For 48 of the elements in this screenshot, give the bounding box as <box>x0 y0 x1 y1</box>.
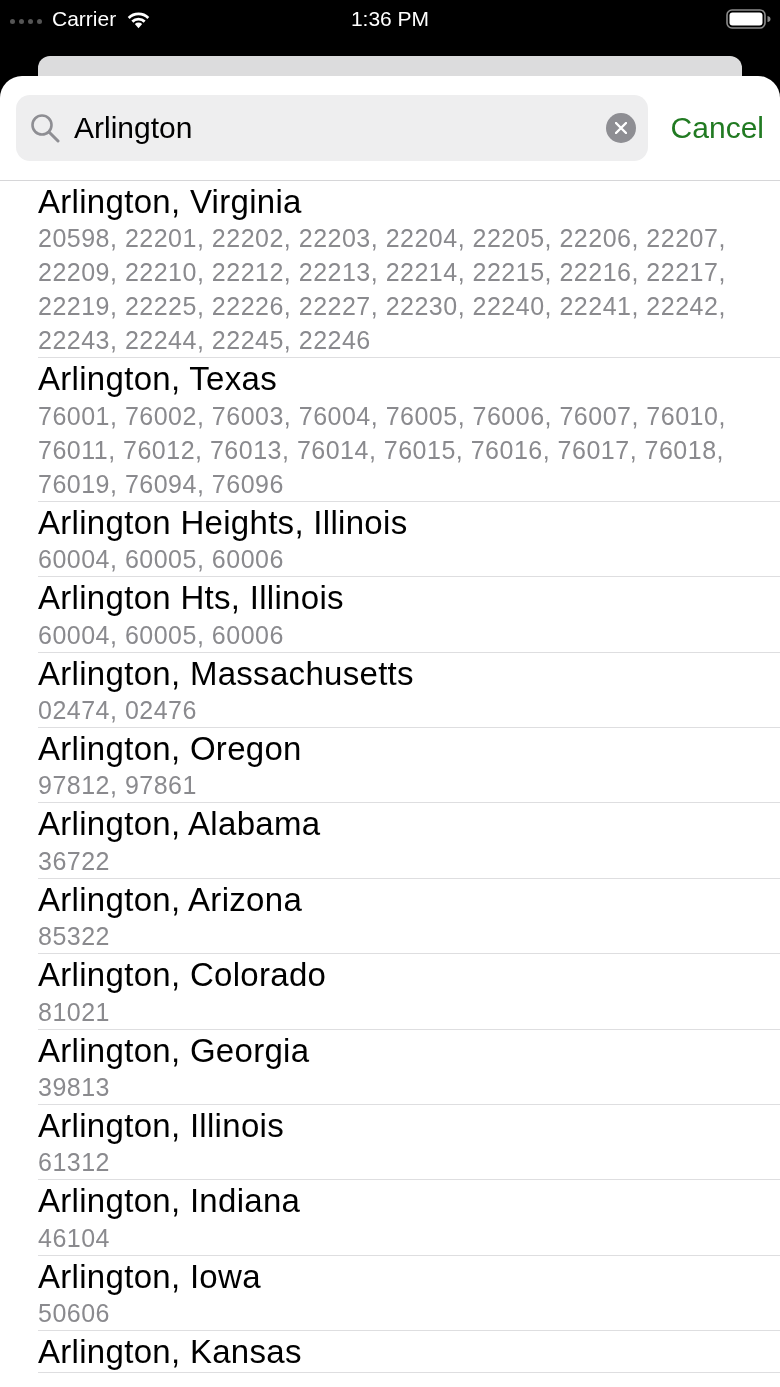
carrier-name: Carrier <box>52 6 117 32</box>
result-item[interactable]: Arlington, Georgia 39813 <box>38 1029 780 1106</box>
x-icon <box>614 122 627 134</box>
zip-codes: 46104 <box>38 1222 112 1254</box>
city-name: Arlington, Arizona <box>38 880 304 920</box>
city-name: Arlington Hts, Illinois <box>38 579 345 618</box>
battery-icon <box>726 9 771 29</box>
city-name: Arlington, Oregon <box>38 730 303 769</box>
clock-time: 1:36 PM <box>350 6 430 32</box>
result-item[interactable]: Arlington, Iowa 50606 <box>38 1255 780 1332</box>
city-name: Arlington Heights, Illinois <box>38 503 409 543</box>
city-name: Arlington, Alabama <box>38 805 322 844</box>
zip-codes: 81021 <box>38 996 112 1028</box>
cancel-button[interactable]: Cancel <box>670 111 764 145</box>
zip-codes: 61312 <box>38 1147 112 1179</box>
zip-codes: 60004, 60005, 60006 <box>38 619 285 651</box>
city-name: Arlington, Georgia <box>38 1031 311 1071</box>
zip-codes: 85322 <box>38 921 112 953</box>
zip-codes: 39813 <box>38 1072 112 1104</box>
result-item[interactable]: Arlington, Oregon 97812, 97861 <box>38 728 780 804</box>
search-field[interactable]: Arlington <box>16 95 648 161</box>
zip-codes: 97812, 97861 <box>38 770 198 802</box>
city-name: Arlington, Colorado <box>38 956 328 995</box>
result-item[interactable]: Arlington, Indiana 46104 <box>38 1180 780 1256</box>
zip-codes: 36722 <box>38 845 112 877</box>
city-name: Arlington, Virginia <box>38 183 303 222</box>
zip-codes: 20598, 22201, 22202, 22203, 22204, 22205, 22206, 22207, 22209, 22210, 22212, 22213, 22214, 22215, 22216, 22217, 22219, 22225, 22226, 22227, 22230, 22240, 22241, 22242, 22243, 22244, 22245, 22246 <box>38 223 727 357</box>
result-item[interactable]: Arlington, Massachusetts 02474, 02476 <box>38 652 780 729</box>
zip-codes: 02474, 02476 <box>38 695 198 727</box>
result-item[interactable]: Arlington, Alabama 36722 <box>38 803 780 879</box>
city-name: Arlington, Kansas <box>38 1333 303 1372</box>
result-item[interactable]: Arlington Hts, Illinois 60004, 60005, 60006 <box>38 577 780 653</box>
city-name: Arlington, Iowa <box>38 1257 262 1297</box>
search-icon <box>30 113 60 143</box>
zip-codes: 60004, 60005, 60006 <box>38 544 285 576</box>
result-item[interactable]: Arlington Heights, Illinois 60004, 60005, 60006 <box>38 501 780 578</box>
city-name: Arlington, Illinois <box>38 1107 285 1146</box>
city-name: Arlington, Indiana <box>38 1182 302 1221</box>
signal-dots-icon <box>10 18 44 24</box>
zip-codes: 50606 <box>38 1298 112 1330</box>
city-name: Arlington, Massachusetts <box>38 654 415 694</box>
zip-codes: 76001, 76002, 76003, 76004, 76005, 76006, 76007, 76010, 76011, 76012, 76013, 76014, 76015, 76016, 76017, 76018, 76019, 76094, 76096 <box>38 400 727 500</box>
result-item[interactable]: Arlington, Illinois 61312 <box>38 1105 780 1181</box>
city-name: Arlington, Texas <box>38 360 278 399</box>
result-item[interactable]: Arlington, Kansas <box>38 1331 780 1373</box>
result-item[interactable]: Arlington, Arizona 85322 <box>38 878 780 955</box>
result-item[interactable]: Arlington, Texas 76001, 76002, 76003, 76004, 76005, 76006, 76007, 76010, 76011, 76012, 76013, 76014, 76015, 76016, 76017, 76018, 76019, 76094, 76096 <box>38 358 780 502</box>
result-item[interactable]: Arlington, Colorado 81021 <box>38 954 780 1030</box>
